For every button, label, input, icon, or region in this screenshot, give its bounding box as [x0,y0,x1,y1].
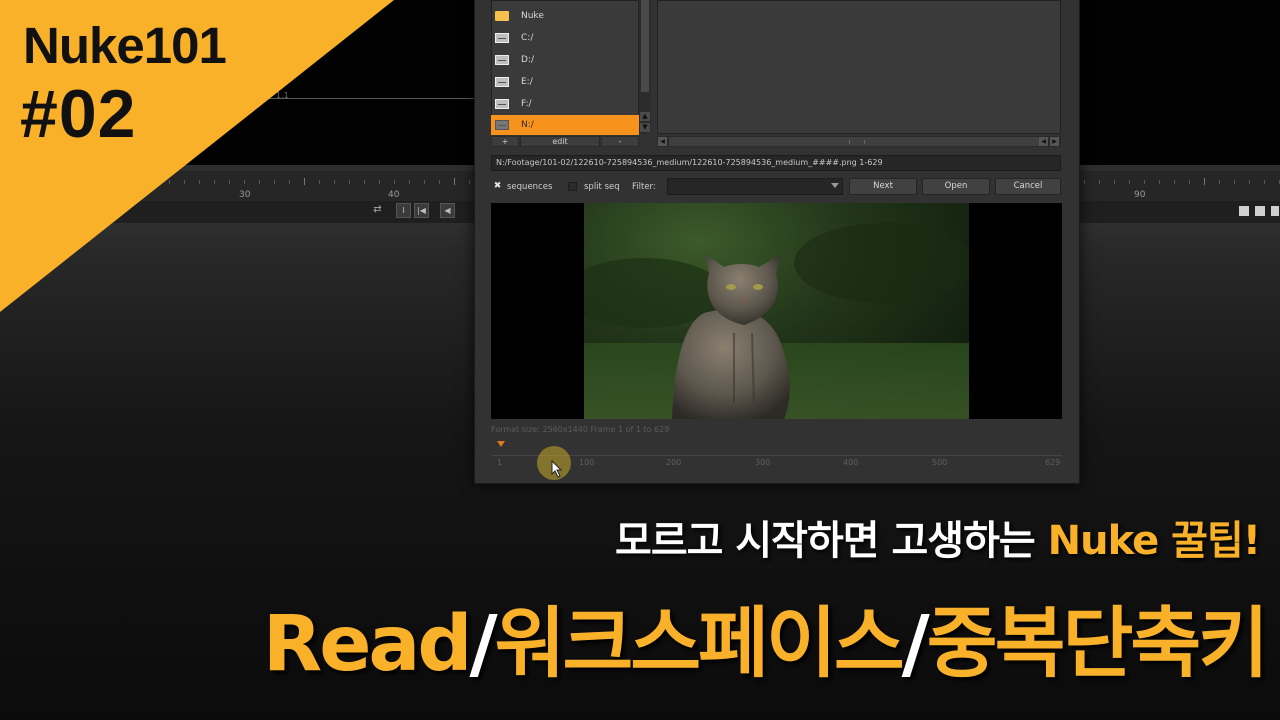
cat-photo [584,203,969,419]
current-frame-marker-icon[interactable] [497,441,505,447]
timeline-tick [1084,180,1085,184]
scroll-down-icon[interactable]: ▼ [640,123,650,132]
timeline-label-90: 90 [1134,190,1146,200]
favorites-scrollbar[interactable]: ▲ ▼ [639,0,651,134]
favorite-label: Nuke [521,11,544,21]
timeline-tick [1114,180,1115,184]
timeline-tick [424,180,425,184]
timeline-tick [1264,180,1265,184]
frame-label-200: 200 [666,458,682,467]
favorite-label: C:/ [521,33,534,43]
scroll-left-icon[interactable]: ◀ [658,137,667,146]
timeline-tick [454,178,455,185]
timeline-tick [1234,180,1235,184]
frame-label-100: 100 [579,458,595,467]
mouse-cursor-icon [551,460,563,478]
favorite-item[interactable]: E:/ [495,72,638,92]
folder-icon [495,11,509,21]
timeline-tick [1249,180,1250,184]
subtitle-text: 모르고 시작하면 고생하는 [615,518,1048,564]
episode-number: #02 [20,76,137,152]
prev-keyframe-button[interactable]: ◀ [440,203,455,218]
favorite-item[interactable]: N:/ [491,115,639,135]
chevron-down-icon [831,183,839,188]
file-list-panel[interactable] [657,0,1061,134]
split-seq-label: split seq [584,182,620,192]
filter-dropdown[interactable] [667,178,843,195]
sequences-label: sequences [507,182,553,192]
remove-favorite-button[interactable]: - [601,136,639,147]
drive-icon [495,77,509,87]
title-read: Read [262,600,473,689]
frame-label-500: 500 [932,458,948,467]
cat-illustration [584,223,969,419]
drive-icon [495,120,509,130]
series-title: Nuke101 [23,17,227,74]
timeline-tick [1099,180,1100,184]
scroll-up-icon[interactable]: ▲ [640,112,650,121]
options-row: ✖ sequences split seq Filter: Next Open … [491,178,1061,196]
favorite-item[interactable]: Nuke [495,6,638,26]
sequences-checkbox[interactable]: ✖ [493,182,502,191]
first-frame-button[interactable]: |◀ [414,203,429,218]
timeline-tick [1219,180,1220,184]
favorite-label: F:/ [521,99,532,109]
open-button[interactable]: Open [922,178,990,195]
timeline-tick [469,180,470,184]
main-title: Read/워크스페이스/중복단축키 [262,582,1269,693]
file-browser-dialog: ▲ ▼ + edit - ◀ ◀ ▶ N:/Footage/101-02/122… [474,0,1080,484]
drive-icon [495,33,509,43]
hscroll-thumb[interactable] [669,137,1039,146]
frame-slider[interactable] [491,455,1062,456]
frame-label-300: 300 [755,458,771,467]
subtitle-highlight: Nuke 꿀팁! [1047,518,1261,564]
frame-label-629: 629 [1045,458,1061,467]
drive-icon [495,55,509,65]
filter-label: Filter: [632,182,656,192]
cancel-button[interactable]: Cancel [995,178,1061,195]
title-separator: / [469,600,498,689]
split-seq-checkbox[interactable] [568,182,577,191]
title-workspace: 워크스페이스 [494,600,905,689]
favorite-item[interactable]: F:/ [495,94,638,114]
subtitle: 모르고 시작하면 고생하는 Nuke 꿀팁! [615,508,1261,566]
timeline-tick [1174,180,1175,184]
timeline-tick [1189,180,1190,184]
record-icon[interactable] [1255,206,1265,216]
timeline-tick [1129,180,1130,184]
lock-icon[interactable] [1271,206,1279,216]
title-separator: / [901,600,930,689]
favorite-item[interactable]: D:/ [495,50,638,70]
drive-icon [495,99,509,109]
title-shortcuts: 중복단축키 [926,600,1269,689]
next-button[interactable]: Next [849,178,917,195]
grip-icon [849,140,865,144]
path-input[interactable]: N:/Footage/101-02/122610-725894536_mediu… [491,155,1061,171]
add-favorite-button[interactable]: + [491,136,519,147]
favorite-label: E:/ [521,77,533,87]
play-icon[interactable] [1239,206,1249,216]
file-list-hscrollbar[interactable]: ◀ ◀ ▶ [657,136,1061,147]
timeline-tick [439,180,440,184]
favorite-label: D:/ [521,55,534,65]
timeline-tick [1204,178,1205,185]
scroll-left-end-icon[interactable]: ◀ [1039,137,1048,146]
image-preview [491,203,1062,419]
frame-label-400: 400 [843,458,859,467]
format-info: Format size: 2560x1440 Frame 1 of 1 to 6… [491,425,670,434]
timeline-tick [409,180,410,184]
edit-favorite-button[interactable]: edit [520,136,600,147]
timeline-tick [1159,180,1160,184]
frame-label-1: 1 [497,458,503,467]
favorite-item[interactable]: C:/ [495,28,638,48]
timeline-tick [1144,180,1145,184]
scrollbar-thumb[interactable] [641,0,649,92]
favorite-label: N:/ [521,120,534,130]
scroll-right-icon[interactable]: ▶ [1050,137,1059,146]
